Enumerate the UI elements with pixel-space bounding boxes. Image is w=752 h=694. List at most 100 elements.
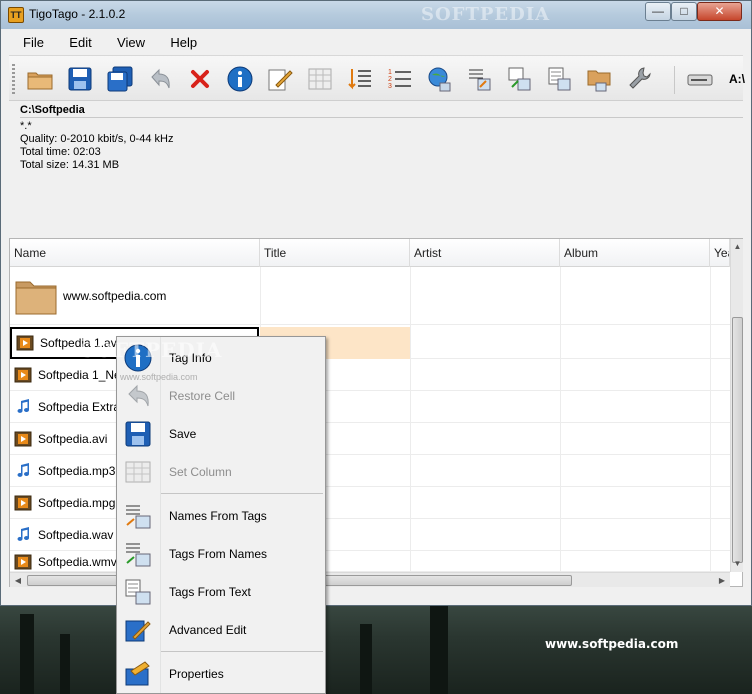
- menu-view[interactable]: View: [103, 31, 153, 50]
- audio-file-icon: [17, 463, 30, 477]
- save-icon: [68, 67, 92, 91]
- ctx-set-column[interactable]: Set Column: [119, 453, 323, 491]
- tags-from-text-button[interactable]: [545, 64, 575, 94]
- audio-file-icon: [17, 527, 30, 541]
- desktop-watermark: www.softpedia.com: [545, 637, 679, 651]
- tree-silhouette: [60, 634, 70, 694]
- column-header-album[interactable]: Album: [560, 239, 710, 267]
- open-folder-icon: [27, 72, 53, 90]
- toolbar-grip[interactable]: [12, 64, 15, 94]
- web-tags-icon: [428, 67, 451, 92]
- folder-rename-button[interactable]: [585, 64, 615, 94]
- ctx-tags-from-text[interactable]: Tags From Text: [119, 573, 323, 611]
- info-button[interactable]: [225, 64, 255, 94]
- scroll-left-icon[interactable]: ◀: [10, 573, 26, 588]
- drive-button[interactable]: [685, 64, 715, 94]
- names-from-tags-button[interactable]: [465, 64, 495, 94]
- scroll-down-icon[interactable]: ▼: [731, 556, 744, 572]
- column-header-artist[interactable]: Artist: [410, 239, 560, 267]
- numbered-list-icon: 123: [388, 69, 411, 90]
- sort-button[interactable]: [345, 64, 375, 94]
- column-header-title[interactable]: Title: [260, 239, 410, 267]
- folder-icon: [15, 281, 57, 315]
- ctx-tag-info[interactable]: Tag Info: [119, 339, 323, 377]
- ctx-save[interactable]: Save: [119, 415, 323, 453]
- ctx-restore-cell[interactable]: Restore Cell: [119, 377, 323, 415]
- ctx-properties[interactable]: Properties: [119, 655, 323, 693]
- path-divider: [20, 117, 743, 118]
- ctx-separator: [161, 493, 323, 494]
- file-name: Softpedia.avi: [38, 432, 108, 446]
- delete-button[interactable]: [185, 64, 215, 94]
- tree-silhouette: [430, 604, 448, 694]
- edit-icon: [125, 620, 151, 642]
- ctx-separator: [161, 651, 323, 652]
- tags-from-names-icon: [126, 543, 151, 567]
- close-button[interactable]: ✕: [697, 2, 742, 21]
- ctx-tags-from-names[interactable]: Tags From Names: [119, 535, 323, 573]
- column-header-year[interactable]: Yea: [710, 239, 730, 267]
- settings-wrench-icon: [629, 67, 651, 89]
- scroll-up-icon[interactable]: ▲: [731, 239, 744, 255]
- menu-bar: File Edit View Help: [9, 31, 743, 53]
- ctx-advanced-edit[interactable]: Advanced Edit: [119, 611, 323, 649]
- grid-button[interactable]: [305, 64, 335, 94]
- undo-button[interactable]: [145, 64, 175, 94]
- settings-button[interactable]: [625, 64, 655, 94]
- minimize-icon: —: [652, 4, 664, 18]
- names-from-tags-icon: [126, 505, 151, 529]
- current-path: C:\Softpedia: [20, 104, 85, 116]
- sort-icon: [348, 69, 371, 90]
- table-row[interactable]: www.softpedia.com: [10, 267, 730, 325]
- title-watermark: SOFTPEDIA: [421, 4, 551, 25]
- maximize-button[interactable]: □: [671, 2, 697, 21]
- save-button[interactable]: [65, 64, 95, 94]
- context-menu: Tag Info Restore Cell Save Set Column Na…: [116, 336, 326, 694]
- tags-from-names-button[interactable]: [505, 64, 535, 94]
- video-file-icon: [14, 431, 32, 447]
- file-name: www.softpedia.com: [63, 289, 167, 303]
- video-file-icon: [14, 367, 32, 383]
- toolbar-separator: [674, 66, 675, 94]
- ctx-label: Save: [169, 427, 197, 441]
- tree-silhouette: [20, 614, 34, 694]
- grid-icon: [125, 461, 151, 483]
- column-header-name[interactable]: Name: [10, 239, 260, 267]
- folder-rename-icon: [587, 70, 611, 92]
- web-tags-button[interactable]: [425, 64, 455, 94]
- menu-help[interactable]: Help: [156, 31, 205, 50]
- title-bar[interactable]: TT TigoTago - 2.1.0.2 SOFTPEDIA — □ ✕: [1, 1, 751, 29]
- ctx-names-from-tags[interactable]: Names From Tags: [119, 497, 323, 535]
- total-size: Total size: 14.31 MB: [20, 159, 120, 171]
- vertical-scroll-thumb[interactable]: [732, 317, 743, 563]
- cell-name[interactable]: www.softpedia.com: [10, 267, 259, 325]
- scroll-right-icon[interactable]: ▶: [714, 573, 730, 588]
- ctx-label: Set Column: [169, 465, 232, 479]
- table-header: Name Title Artist Album Yea: [10, 239, 730, 267]
- save-all-button[interactable]: [105, 64, 135, 94]
- minimize-button[interactable]: —: [645, 2, 671, 21]
- undo-icon: [128, 384, 149, 407]
- svg-text:3: 3: [388, 83, 392, 90]
- maximize-icon: □: [680, 4, 688, 18]
- ctx-label: Properties: [169, 667, 224, 681]
- numbered-list-button[interactable]: 123: [385, 64, 415, 94]
- drive-label[interactable]: A:\: [729, 72, 745, 86]
- window-title: TigoTago - 2.1.0.2: [29, 7, 126, 21]
- file-name: Softpedia.wav: [38, 528, 114, 542]
- open-folder-button[interactable]: [25, 64, 55, 94]
- edit-icon: [268, 69, 293, 91]
- drive-icon: [687, 74, 713, 86]
- edit-button[interactable]: [265, 64, 295, 94]
- menu-file[interactable]: File: [9, 31, 52, 50]
- menu-edit[interactable]: Edit: [55, 31, 99, 50]
- tags-from-text-icon: [548, 67, 571, 91]
- tags-from-text-icon: [125, 579, 151, 605]
- app-icon: TT: [8, 7, 24, 23]
- file-name: Softpedia.mp3: [38, 464, 116, 478]
- info-icon: [227, 66, 253, 92]
- audio-file-icon: [17, 399, 30, 413]
- undo-icon: [151, 68, 170, 89]
- vertical-scrollbar[interactable]: ▲ ▼: [730, 239, 743, 572]
- info-panel: C:\Softpedia *.* Quality: 0-2010 kbit/s,…: [9, 101, 743, 237]
